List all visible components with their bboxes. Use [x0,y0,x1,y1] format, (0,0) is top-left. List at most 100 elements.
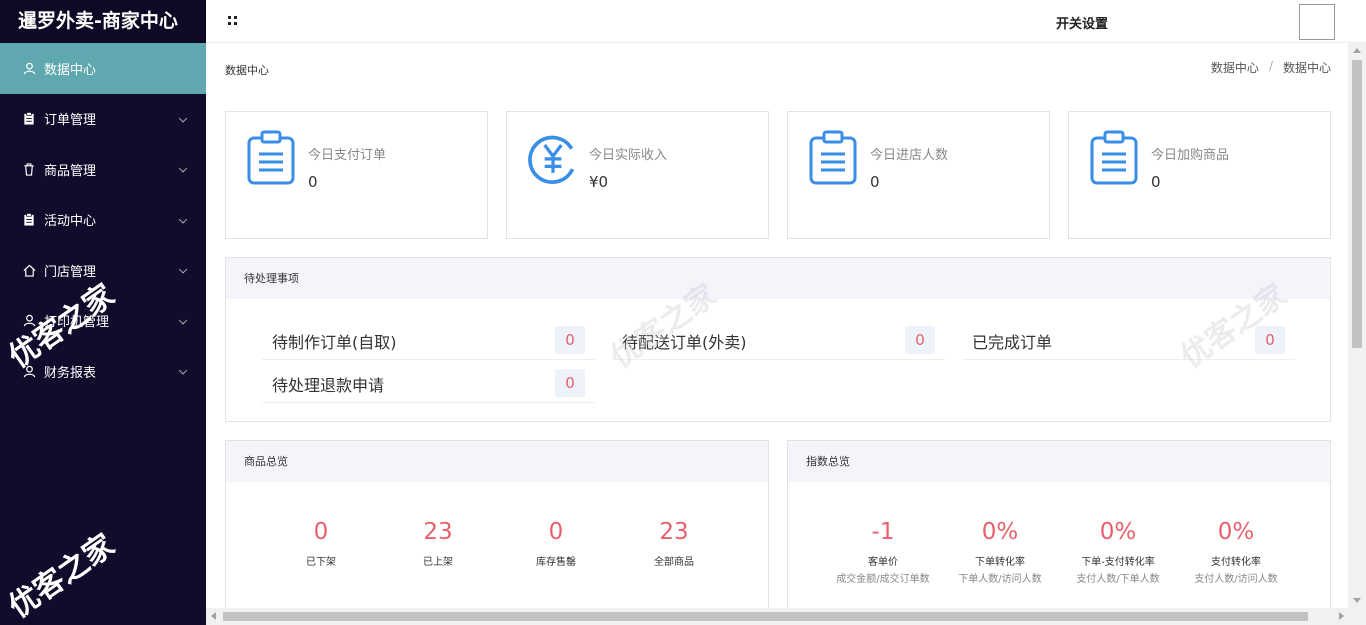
sidebar-item-printer[interactable]: 打印机管理 [0,296,206,347]
pending-item[interactable]: 已完成订单 0 [962,320,1295,360]
sidebar-item-store[interactable]: 门店管理 [0,245,206,296]
index-overview-panel: 指数总览 -1 客单价 成交金额/成交订单数 0% 下单转化率 下单人数/访问人… [787,440,1331,608]
stat-label: 今日进店人数 [870,148,949,163]
kpi-formula: 成交金额/成交订单数 [836,574,930,585]
scroll-down-arrow-icon[interactable] [1353,598,1361,603]
chevron-down-icon [178,113,188,123]
sidebar-item-label: 商品管理 [44,163,97,179]
kpi-value: -1 [871,519,895,545]
breadcrumb-separator: / [1268,59,1273,73]
stat-card-cart-adds: 今日加购商品 0 [1068,111,1331,239]
sidebar-item-label: 数据中心 [44,62,97,78]
scroll-right-arrow-icon[interactable] [1339,612,1344,620]
clipboard-icon [247,130,295,185]
user-icon [22,314,36,328]
panel-title: 指数总览 [788,441,1330,482]
menu-toggle-icon[interactable] [228,16,237,25]
stat-value: ¥0 [589,173,609,191]
clipboard-icon [809,130,857,185]
pending-count-badge: 0 [1255,326,1285,354]
app-title: 暹罗外卖-商家中心 [0,0,206,43]
chevron-down-icon [178,214,188,224]
stat-label: 今日实际收入 [589,148,668,163]
sidebar-item-label: 打印机管理 [44,315,110,331]
sidebar-item-orders[interactable]: 订单管理 [0,94,206,145]
kpi-label: 下单-支付转化率 [1081,557,1155,568]
index-kpi: 0% 下单-支付转化率 支付人数/下单人数 [1058,519,1178,585]
kpi-label: 下单转化率 [975,557,1025,568]
chevron-down-icon [178,164,188,173]
kpi-formula: 下单人数/访问人数 [958,574,1042,585]
trash-icon [22,162,36,176]
stat-value: 0 [308,173,318,191]
yuan-icon [528,135,575,184]
goods-kpi: 23 已上架 [378,519,498,568]
panel-title: 待处理事项 [226,258,1330,299]
kpi-formula: 支付人数/下单人数 [1076,574,1160,585]
stat-card-visitors: 今日进店人数 0 [787,111,1050,239]
pending-item[interactable]: 待处理退款申请 0 [262,363,595,403]
horizontal-scrollbar[interactable] [206,608,1366,625]
horizontal-scroll-thumb[interactable] [223,612,1308,621]
index-kpi: 0% 下单转化率 下单人数/访问人数 [940,519,1060,585]
sidebar-menu: 数据中心 订单管理 商品管理 活动中心 门店管理 打印机管理 财务报表 [0,43,206,397]
scroll-left-arrow-icon[interactable] [211,612,216,620]
kpi-label: 已下架 [306,557,336,568]
sidebar-item-activities[interactable]: 活动中心 [0,195,206,246]
kpi-formula: 支付人数/访问人数 [1194,574,1278,585]
breadcrumb: 数据中心 / 数据中心 [1211,59,1331,76]
pending-label: 待配送订单(外卖) [622,333,747,352]
index-kpi: 0% 支付转化率 支付人数/访问人数 [1176,519,1296,585]
goods-kpi: 0 已下架 [261,519,381,568]
chevron-down-icon [178,265,188,274]
sidebar-item-label: 财务报表 [44,365,97,381]
clipboard-icon [22,112,36,126]
kpi-label: 全部商品 [654,557,694,568]
kpi-label: 支付转化率 [1211,557,1261,568]
pending-panel: 待处理事项 待制作订单(自取) 0 待配送订单(外卖) 0 已完成订单 0 待处… [225,257,1331,422]
sidebar-item-label: 订单管理 [44,113,97,129]
sidebar-item-finance[interactable]: 财务报表 [0,346,206,397]
goods-kpi: 0 库存售罄 [496,519,616,568]
kpi-value: 0 [548,519,564,545]
kpi-value: 23 [659,519,689,545]
pending-item[interactable]: 待配送订单(外卖) 0 [612,320,945,360]
goods-kpi: 23 全部商品 [614,519,734,568]
stat-label: 今日加购商品 [1151,148,1230,163]
stat-label: 今日支付订单 [308,148,387,163]
pending-count-badge: 0 [555,369,585,397]
stat-value: 0 [870,173,880,191]
kpi-value: 0% [1099,519,1137,545]
chevron-down-icon [178,366,188,375]
kpi-value: 0% [1217,519,1255,545]
sidebar-item-data-center[interactable]: 数据中心 [0,43,206,94]
pending-count-badge: 0 [555,326,585,354]
kpi-value: 23 [423,519,453,545]
kpi-label: 库存售罄 [536,557,576,568]
index-kpi: -1 客单价 成交金额/成交订单数 [823,519,943,585]
user-icon [22,364,36,378]
avatar[interactable] [1299,4,1335,40]
pending-label: 待处理退款申请 [272,376,385,395]
breadcrumb-item[interactable]: 数据中心 [1211,59,1259,76]
vertical-scroll-thumb[interactable] [1352,60,1362,348]
sidebar-item-goods[interactable]: 商品管理 [0,144,206,195]
sidebar: 暹罗外卖-商家中心 数据中心 订单管理 商品管理 活动中心 门店管理 打印机管理… [0,0,206,625]
vertical-scrollbar[interactable] [1348,43,1366,608]
switch-settings-link[interactable]: 开关设置 [1056,13,1108,32]
stat-card-paid-orders: 今日支付订单 0 [225,111,488,239]
pending-item[interactable]: 待制作订单(自取) 0 [262,320,595,360]
topbar: 开关设置 [206,0,1366,43]
kpi-label: 客单价 [868,557,898,568]
goods-overview-panel: 商品总览 0 已下架 23 已上架 0 库存售罄 23 全部商品 [225,440,769,608]
clipboard-icon [22,213,36,227]
pending-count-badge: 0 [905,326,935,354]
kpi-value: 0% [981,519,1019,545]
breadcrumb-item-current: 数据中心 [1282,61,1331,75]
sidebar-item-label: 门店管理 [44,264,97,280]
page-title: 数据中心 [225,64,269,77]
main-content: 数据中心 数据中心 / 数据中心 今日支付订单 0 今日实际收入 ¥0 今日进店… [206,43,1348,608]
scroll-up-arrow-icon[interactable] [1353,48,1361,53]
stat-value: 0 [1151,173,1161,191]
panel-title: 商品总览 [226,441,768,482]
